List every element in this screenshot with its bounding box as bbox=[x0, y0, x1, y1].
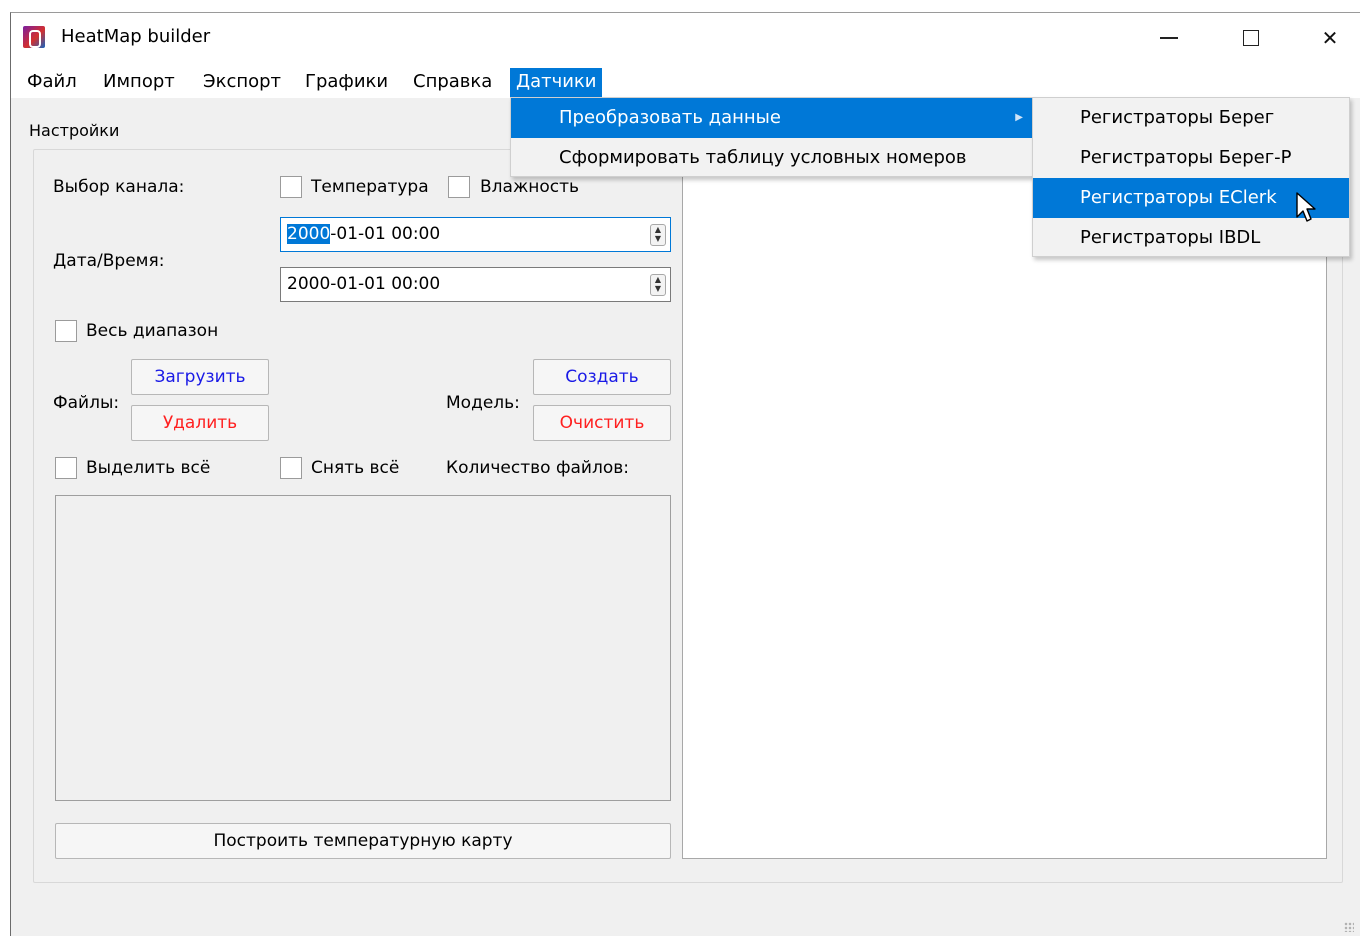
maximize-icon bbox=[1243, 30, 1259, 46]
date-from-rest: -01-01 00:00 bbox=[330, 224, 441, 244]
menu-bar: Файл Импорт Экспорт Графики Справка Датч… bbox=[11, 63, 1360, 98]
spin-up-icon: ▲ bbox=[654, 225, 662, 234]
full-range-checkbox[interactable] bbox=[55, 320, 77, 342]
submenu-item-bereg-r[interactable]: Регистраторы Берег-Р bbox=[1033, 138, 1349, 178]
menu-file[interactable]: Файл bbox=[21, 68, 83, 97]
delete-button[interactable]: Удалить bbox=[131, 405, 269, 441]
create-button[interactable]: Создать bbox=[533, 359, 671, 395]
minimize-icon bbox=[1160, 37, 1178, 39]
build-number-table-item[interactable]: Сформировать таблицу условных номеров bbox=[511, 138, 1033, 178]
maximize-button[interactable] bbox=[1228, 13, 1274, 63]
datetime-label: Дата/Время: bbox=[53, 251, 165, 271]
build-heatmap-button[interactable]: Построить температурную карту bbox=[55, 823, 671, 859]
mouse-cursor-icon bbox=[1296, 192, 1316, 222]
menu-export[interactable]: Экспорт bbox=[197, 68, 287, 97]
menu-charts[interactable]: Графики bbox=[299, 68, 394, 97]
convert-data-label: Преобразовать данные bbox=[559, 107, 781, 128]
convert-submenu: Регистраторы Берег Регистраторы Берег-Р … bbox=[1032, 97, 1350, 257]
deselect-all-label: Снять всё bbox=[311, 458, 400, 478]
date-from-spinner[interactable]: ▲ ▼ bbox=[650, 224, 666, 246]
channel-label: Выбор канала: bbox=[53, 177, 185, 197]
full-range-label: Весь диапазон bbox=[86, 321, 219, 341]
deselect-all-checkbox[interactable] bbox=[280, 457, 302, 479]
spin-up-icon: ▲ bbox=[654, 275, 662, 284]
clear-button[interactable]: Очистить bbox=[533, 405, 671, 441]
file-list[interactable] bbox=[55, 495, 671, 801]
convert-data-item[interactable]: Преобразовать данные ▶ bbox=[511, 98, 1033, 138]
close-icon: ✕ bbox=[1321, 26, 1339, 50]
humidity-checkbox[interactable] bbox=[448, 176, 470, 198]
settings-title: Настройки bbox=[29, 121, 120, 140]
temperature-label: Температура bbox=[311, 177, 429, 197]
humidity-label: Влажность bbox=[480, 177, 580, 197]
resize-grip[interactable] bbox=[1344, 922, 1354, 932]
date-to-value: 2000-01-01 00:00 bbox=[287, 274, 441, 294]
window-title: HeatMap builder bbox=[61, 26, 211, 47]
title-bar: HeatMap builder ✕ bbox=[11, 13, 1360, 63]
date-to-field[interactable]: 2000-01-01 00:00 ▲ ▼ bbox=[280, 267, 671, 302]
date-from-field[interactable]: 2000-01-01 00:00 ▲ ▼ bbox=[280, 217, 671, 252]
spin-down-icon: ▼ bbox=[654, 284, 662, 293]
menu-sensors[interactable]: Датчики bbox=[510, 68, 603, 97]
files-label: Файлы: bbox=[53, 393, 120, 413]
minimize-button[interactable] bbox=[1146, 13, 1192, 63]
close-button[interactable]: ✕ bbox=[1307, 13, 1353, 63]
sensors-dropdown: Преобразовать данные ▶ Сформировать табл… bbox=[510, 97, 1034, 177]
submenu-item-bereg[interactable]: Регистраторы Берег bbox=[1033, 98, 1349, 138]
thermometer-app-icon bbox=[23, 26, 45, 48]
file-count-label: Количество файлов: bbox=[446, 458, 629, 478]
menu-import[interactable]: Импорт bbox=[97, 68, 181, 97]
load-button[interactable]: Загрузить bbox=[131, 359, 269, 395]
select-all-label: Выделить всё bbox=[86, 458, 211, 478]
menu-help[interactable]: Справка bbox=[407, 68, 498, 97]
date-to-spinner[interactable]: ▲ ▼ bbox=[650, 274, 666, 296]
date-from-year-selection: 2000 bbox=[287, 224, 331, 244]
temperature-checkbox[interactable] bbox=[280, 176, 302, 198]
spin-down-icon: ▼ bbox=[654, 234, 662, 243]
select-all-checkbox[interactable] bbox=[55, 457, 77, 479]
submenu-arrow-icon: ▶ bbox=[1015, 112, 1023, 123]
model-label: Модель: bbox=[446, 393, 520, 413]
